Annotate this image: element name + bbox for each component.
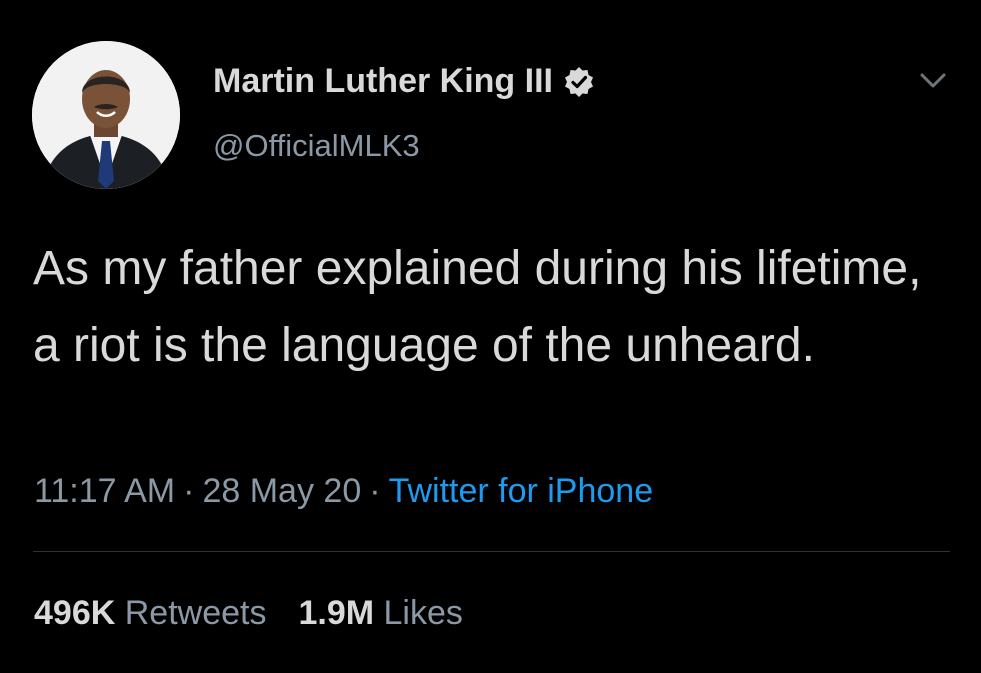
avatar-portrait-icon xyxy=(32,41,180,189)
tweet-time[interactable]: 11:17 AM xyxy=(34,472,175,510)
likes-count: 1.9M xyxy=(298,594,375,632)
tweet-meta: 11:17 AM · 28 May 20 · Twitter for iPhone xyxy=(34,472,653,511)
avatar[interactable] xyxy=(32,41,180,189)
tweet-date[interactable]: 28 May 20 xyxy=(202,472,361,510)
tweet-source-link[interactable]: Twitter for iPhone xyxy=(389,472,654,510)
tweet-card: Martin Luther King III @OfficialMLK3 As … xyxy=(0,0,981,673)
retweets-stat[interactable]: 496K Retweets xyxy=(34,594,266,632)
meta-separator: · xyxy=(369,472,381,510)
likes-label: Likes xyxy=(383,594,463,632)
chevron-down-icon[interactable] xyxy=(918,70,948,92)
author-name-text[interactable]: Martin Luther King III xyxy=(213,62,553,101)
likes-stat[interactable]: 1.9M Likes xyxy=(298,594,462,632)
meta-separator: · xyxy=(183,472,195,510)
author-display-name[interactable]: Martin Luther King III xyxy=(213,62,595,101)
retweets-label: Retweets xyxy=(124,594,267,632)
verified-badge-icon xyxy=(563,66,595,98)
divider xyxy=(33,551,950,552)
tweet-text: As my father explained during his lifeti… xyxy=(33,242,922,372)
author-handle[interactable]: @OfficialMLK3 xyxy=(213,128,420,164)
tweet-stats: 496K Retweets 1.9M Likes xyxy=(34,594,495,633)
retweets-count: 496K xyxy=(34,594,116,632)
